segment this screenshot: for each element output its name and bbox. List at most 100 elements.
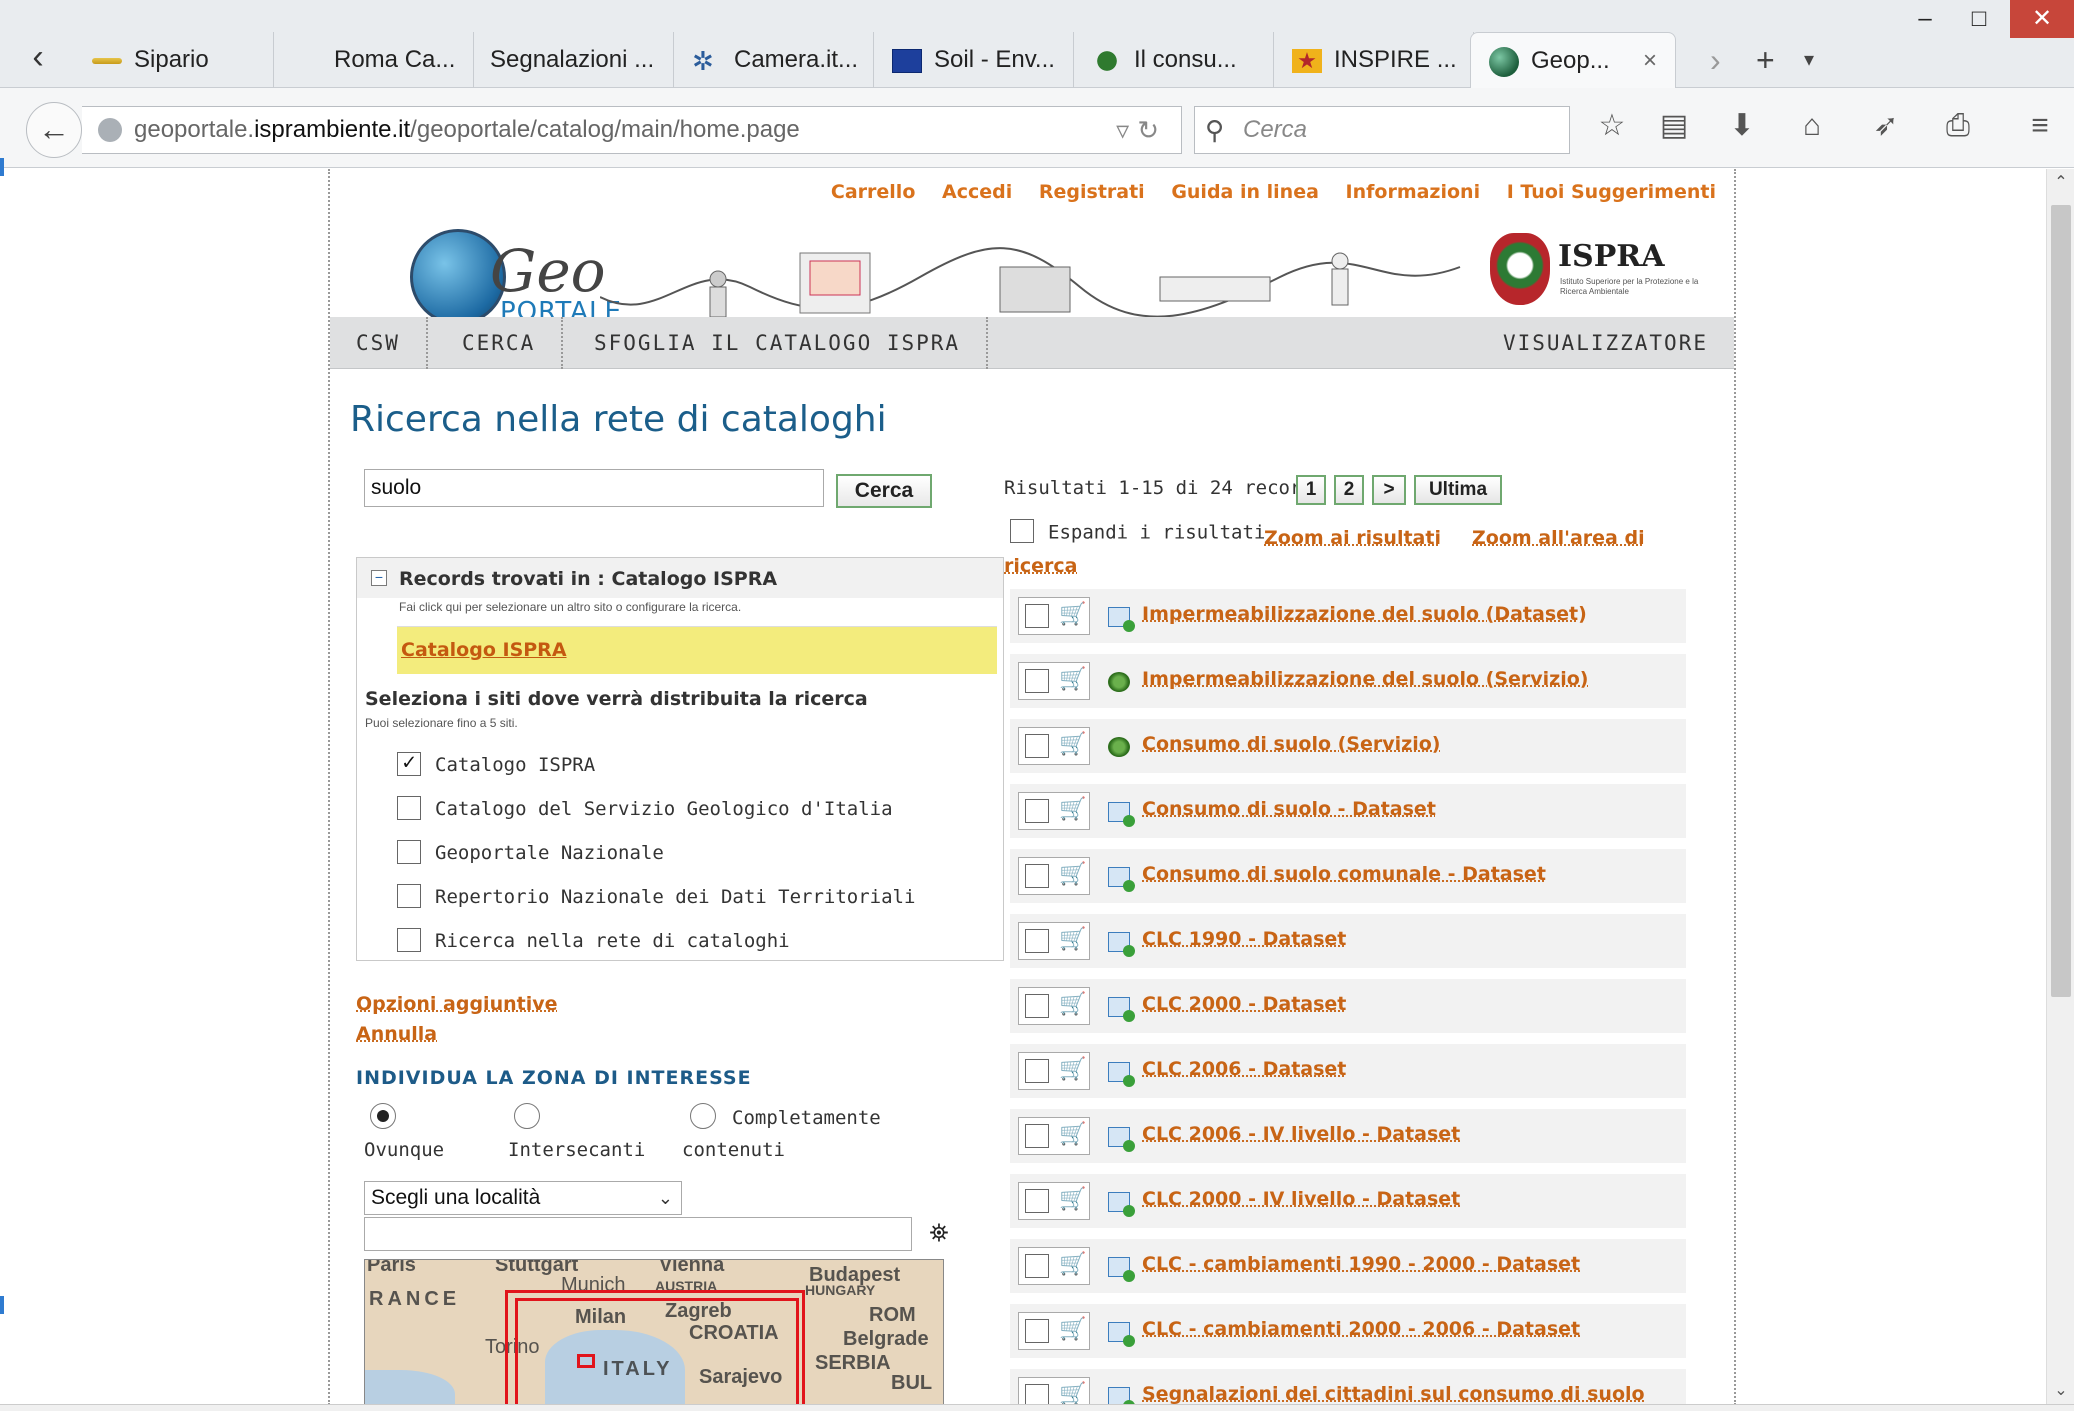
result-checkbox[interactable]: [1025, 799, 1049, 823]
window-close-icon[interactable]: ✕: [2010, 0, 2074, 38]
home-icon[interactable]: ⌂: [1790, 104, 1834, 148]
location-select[interactable]: Scegli una località ⌄: [364, 1181, 682, 1215]
binoculars-icon[interactable]: ⛯: [922, 1217, 956, 1251]
scroll-up-icon[interactable]: ⌃: [2047, 169, 2074, 197]
add-to-cart-icon[interactable]: 🛒: [1059, 1252, 1086, 1277]
browser-search-input[interactable]: ⚲ Cerca: [1194, 106, 1570, 154]
site-identity-icon[interactable]: [98, 118, 122, 142]
collapse-icon[interactable]: −: [371, 570, 387, 586]
site-checkbox[interactable]: [397, 795, 421, 820]
cancel-link[interactable]: Annulla: [356, 1023, 437, 1045]
reload-icon[interactable]: ↻: [1137, 115, 1167, 145]
result-checkbox[interactable]: [1025, 734, 1049, 758]
result-title-link[interactable]: CLC - cambiamenti 1990 - 2000 - Dataset: [1142, 1253, 1580, 1275]
location-input[interactable]: [364, 1217, 912, 1251]
add-to-cart-icon[interactable]: 🛒: [1059, 1317, 1086, 1342]
result-checkbox[interactable]: [1025, 1124, 1049, 1148]
result-checkbox[interactable]: [1025, 1254, 1049, 1278]
scroll-thumb[interactable]: [2051, 205, 2071, 997]
new-tab-icon[interactable]: +: [1756, 32, 1775, 88]
site-option-geoportale-nazionale[interactable]: Geoportale Nazionale: [397, 839, 664, 868]
add-to-cart-icon[interactable]: 🛒: [1059, 992, 1086, 1017]
result-title-link[interactable]: CLC 1990 - Dataset: [1142, 928, 1346, 950]
send-icon[interactable]: ➶: [1864, 104, 1908, 148]
result-checkbox[interactable]: [1025, 994, 1049, 1018]
site-option-repertorio-nazionale[interactable]: Repertorio Nazionale dei Dati Territoria…: [397, 883, 915, 912]
scroll-down-icon[interactable]: ⌄: [2047, 1377, 2074, 1405]
result-checkbox[interactable]: [1025, 929, 1049, 953]
search-button[interactable]: Cerca: [836, 474, 932, 508]
zoom-to-results-link[interactable]: Zoom ai risultati: [1264, 527, 1441, 549]
add-to-cart-icon[interactable]: 🛒: [1059, 927, 1086, 952]
tab-camera[interactable]: ✲ Camera.it...: [674, 32, 874, 88]
site-checkbox[interactable]: [397, 927, 421, 952]
nav-sfoglia-catalogo[interactable]: SFOGLIA IL CATALOGO ISPRA: [568, 317, 989, 369]
zoom-to-area-link-cont[interactable]: ricerca: [1004, 555, 1078, 577]
link-informazioni[interactable]: Informazioni: [1346, 181, 1481, 203]
result-checkbox[interactable]: [1025, 669, 1049, 693]
result-checkbox[interactable]: [1025, 1189, 1049, 1213]
result-checkbox[interactable]: [1025, 1384, 1049, 1405]
expand-checkbox[interactable]: [1010, 519, 1034, 543]
result-checkbox[interactable]: [1025, 864, 1049, 888]
add-to-cart-icon[interactable]: 🛒: [1059, 1187, 1086, 1212]
bookmark-star-icon[interactable]: ☆: [1590, 104, 1634, 148]
result-title-link[interactable]: CLC 2000 - IV livello - Dataset: [1142, 1188, 1460, 1210]
add-to-cart-icon[interactable]: 🛒: [1059, 797, 1086, 822]
additional-options-link[interactable]: Opzioni aggiuntive: [356, 993, 558, 1015]
result-title-link[interactable]: CLC 2006 - IV livello - Dataset: [1142, 1123, 1460, 1145]
site-option-rete-cataloghi[interactable]: Ricerca nella rete di cataloghi: [397, 927, 790, 956]
tab-close-icon[interactable]: ×: [1643, 33, 1657, 89]
tab-inspire[interactable]: ★ INSPIRE ...: [1274, 32, 1474, 88]
link-carrello[interactable]: Carrello: [831, 181, 915, 203]
tab-segnalazioni[interactable]: Segnalazioni ...: [474, 32, 674, 88]
download-icon[interactable]: ⬇: [1720, 104, 1764, 148]
add-to-cart-icon[interactable]: 🛒: [1059, 602, 1086, 627]
result-title-link[interactable]: Impermeabilizzazione del suolo (Servizio…: [1142, 668, 1588, 690]
reading-list-icon[interactable]: ▤: [1652, 104, 1696, 148]
minimize-icon[interactable]: –: [1900, 0, 1950, 38]
page-1-button[interactable]: 1: [1296, 475, 1326, 505]
page-2-button[interactable]: 2: [1334, 475, 1364, 505]
result-title-link[interactable]: CLC 2006 - Dataset: [1142, 1058, 1346, 1080]
nav-visualizzatore[interactable]: VISUALIZZATORE: [1477, 317, 1734, 369]
tab-scroll-left-icon[interactable]: ‹: [18, 34, 58, 80]
link-suggerimenti[interactable]: I Tuoi Suggerimenti: [1507, 181, 1716, 203]
tab-roma[interactable]: Roma Ca...: [274, 32, 474, 88]
expand-results[interactable]: Espandi i risultati: [1010, 519, 1265, 545]
result-title-link[interactable]: Consumo di suolo - Dataset: [1142, 798, 1436, 820]
print-icon[interactable]: ⎙: [1936, 104, 1980, 148]
nav-cerca[interactable]: CERCA: [436, 317, 564, 369]
tab-sipario[interactable]: Sipario: [74, 32, 274, 88]
add-to-cart-icon[interactable]: 🛒: [1059, 667, 1086, 692]
result-checkbox[interactable]: [1025, 1059, 1049, 1083]
site-option-servizio-geologico[interactable]: Catalogo del Servizio Geologico d'Italia: [397, 795, 893, 824]
tab-geoportale[interactable]: Geop... ×: [1470, 32, 1676, 89]
result-title-link[interactable]: Impermeabilizzazione del suolo (Dataset): [1142, 603, 1587, 625]
add-to-cart-icon[interactable]: 🛒: [1059, 862, 1086, 887]
result-title-link[interactable]: Consumo di suolo comunale - Dataset: [1142, 863, 1546, 885]
menu-hamburger-icon[interactable]: ≡: [2018, 104, 2062, 148]
site-checkbox[interactable]: [397, 883, 421, 908]
nav-csw[interactable]: CSW: [330, 317, 428, 369]
result-title-link[interactable]: CLC 2000 - Dataset: [1142, 993, 1346, 1015]
link-guida[interactable]: Guida in linea: [1171, 181, 1319, 203]
history-dropdown-icon[interactable]: ▿: [1116, 115, 1137, 145]
result-title-link[interactable]: CLC - cambiamenti 2000 - 2006 - Dataset: [1142, 1318, 1580, 1340]
tab-soil[interactable]: Soil - Env...: [874, 32, 1074, 88]
records-title[interactable]: Records trovati in : Catalogo ISPRA: [399, 568, 777, 590]
result-checkbox[interactable]: [1025, 1319, 1049, 1343]
radio-intersecanti[interactable]: [514, 1103, 540, 1129]
radio-ovunque[interactable]: [370, 1103, 396, 1129]
link-accedi[interactable]: Accedi: [942, 181, 1012, 203]
tab-list-chevron-icon[interactable]: ▾: [1804, 32, 1814, 88]
radio-completamente-contenuti[interactable]: [690, 1103, 716, 1129]
next-page-button[interactable]: >: [1372, 475, 1406, 505]
result-checkbox[interactable]: [1025, 604, 1049, 628]
tab-consumo[interactable]: Il consu...: [1074, 32, 1274, 88]
add-to-cart-icon[interactable]: 🛒: [1059, 1122, 1086, 1147]
page-scrollbar[interactable]: ⌃ ⌄: [2046, 169, 2074, 1405]
url-bar[interactable]: geoportale.isprambiente.it/geoportale/ca…: [82, 106, 1182, 154]
search-input[interactable]: suolo: [364, 469, 824, 507]
result-title-link[interactable]: Segnalazioni dei cittadini sul consumo d…: [1142, 1383, 1645, 1405]
